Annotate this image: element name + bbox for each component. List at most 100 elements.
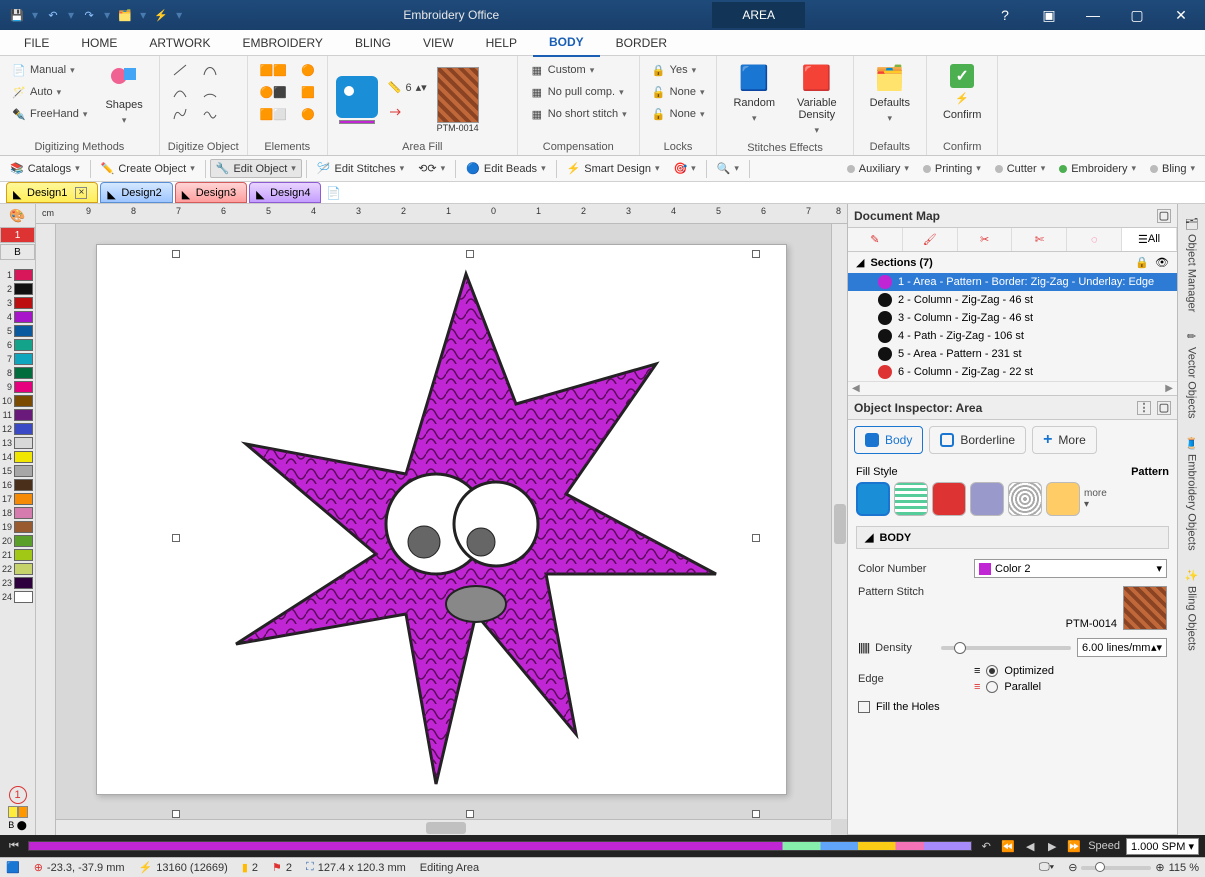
color-swatch-14[interactable]: 14 <box>0 450 35 464</box>
color-swatch-18[interactable]: 18 <box>0 506 35 520</box>
freehand-button[interactable]: ✒️FreeHand <box>8 104 91 124</box>
vector-objects-tab[interactable]: ✏ Vector Objects <box>1183 322 1200 427</box>
timeline-skip-fwd-icon[interactable]: ⏩ <box>1066 838 1082 854</box>
minimize-icon[interactable]: — <box>1073 1 1113 29</box>
tab-help[interactable]: HELP <box>470 30 533 56</box>
shape-tool[interactable] <box>168 104 192 124</box>
fillstyle-3[interactable] <box>932 482 966 516</box>
defaults-button[interactable]: 🗂️Defaults <box>862 60 918 128</box>
dm-tab-brush[interactable]: 🖌 <box>903 228 958 251</box>
tab-file[interactable]: FILE <box>8 30 65 56</box>
auto-button[interactable]: 🪄Auto <box>8 82 91 102</box>
tab-home[interactable]: HOME <box>65 30 133 56</box>
section-item-3[interactable]: 3 - Column - Zig-Zag - 46 st <box>848 309 1177 327</box>
zoom-slider[interactable] <box>1081 866 1151 870</box>
pull-comp[interactable]: ▦No pull comp. <box>526 82 631 102</box>
density-field[interactable]: 📏 6 ▴▾ <box>384 78 431 98</box>
spinner-icon[interactable]: ▴▾ <box>1151 641 1162 654</box>
design-tab-2[interactable]: ◣Design2 <box>100 182 172 203</box>
palette-icon[interactable]: 🎨 <box>7 206 27 226</box>
fillstyle-5[interactable] <box>1008 482 1042 516</box>
shapes-button[interactable]: Shapes <box>97 60 150 130</box>
timeline-rewind-icon[interactable]: ↶ <box>978 838 994 854</box>
timeline-skip-back-icon[interactable]: ⏪ <box>1000 838 1016 854</box>
maximize-icon[interactable]: ▢ <box>1117 1 1157 29</box>
color-swatch-3[interactable]: 3 <box>0 296 35 310</box>
edit-beads-button[interactable]: 🔵 Edit Beads <box>460 159 551 178</box>
create-object-button[interactable]: ✏️ Create Object <box>95 159 201 178</box>
lock-yes[interactable]: 🔒Yes <box>648 60 709 80</box>
tab-embroidery[interactable]: EMBROIDERY <box>226 30 338 56</box>
play-start-icon[interactable]: ⏮ <box>6 838 22 854</box>
more-fillstyles[interactable]: more▾ <box>1084 488 1107 510</box>
color-swatch-1[interactable]: 1 <box>0 268 35 282</box>
dm-tab-all[interactable]: ☰ All <box>1122 228 1177 251</box>
tab-border[interactable]: BORDER <box>600 30 683 56</box>
resize-handle[interactable] <box>466 250 474 258</box>
menu-icon[interactable]: ⋮ <box>1137 401 1151 415</box>
timeline-play-icon[interactable]: ▶ <box>1044 838 1060 854</box>
lock-icon[interactable]: 🔒 <box>1135 256 1149 269</box>
thread-1-indicator[interactable]: 1 <box>9 786 27 804</box>
color-swatch-16[interactable]: 16 <box>0 478 35 492</box>
close-icon[interactable]: ✕ <box>1161 1 1201 29</box>
color-swatch-24[interactable]: 24 <box>0 590 35 604</box>
elem-3[interactable]: 🟧⬜ <box>256 104 291 124</box>
lock-none1[interactable]: 🔓None <box>648 82 709 102</box>
color-swatch-23[interactable]: 23 <box>0 576 35 590</box>
scroll-thumb[interactable] <box>834 504 846 544</box>
density-slider[interactable] <box>941 646 1071 650</box>
smart-design-button[interactable]: ⚡ Smart Design <box>561 159 666 178</box>
inspector-tab-more[interactable]: +More <box>1032 426 1097 454</box>
color-swatch-21[interactable]: 21 <box>0 548 35 562</box>
fillholes-checkbox[interactable] <box>858 701 870 713</box>
prev-next[interactable]: ⟲⟳ <box>412 159 451 178</box>
resize-handle[interactable] <box>172 250 180 258</box>
zoom-in-icon[interactable]: ⊕ <box>1155 861 1164 874</box>
pin-icon[interactable]: ▢ <box>1157 401 1171 415</box>
dm-tab-scissors[interactable]: ✂ <box>958 228 1013 251</box>
section-item-4[interactable]: 4 - Path - Zig-Zag - 106 st <box>848 327 1177 345</box>
curve-tool[interactable] <box>168 82 192 102</box>
dm-tab-cut[interactable]: ✄ <box>1012 228 1067 251</box>
elem-6[interactable]: 🟠 <box>297 104 319 124</box>
section-item-1[interactable]: 1 - Area - Pattern - Border: Zig-Zag - U… <box>848 273 1177 291</box>
tool-icon[interactable]: 🗂️ <box>114 4 136 26</box>
close-icon[interactable]: × <box>75 187 87 199</box>
random-button[interactable]: 🟦Random <box>725 60 783 128</box>
color-swatch-6[interactable]: 6 <box>0 338 35 352</box>
slider-knob[interactable] <box>954 642 966 654</box>
help-icon[interactable]: ? <box>985 1 1025 29</box>
custom-comp[interactable]: ▦Custom <box>526 60 631 80</box>
section-item-5[interactable]: 5 - Area - Pattern - 231 st <box>848 345 1177 363</box>
timeline-track[interactable] <box>28 841 972 851</box>
edge-parallel-radio[interactable] <box>986 681 998 693</box>
target-button[interactable]: 🎯 <box>667 159 701 178</box>
visible-icon[interactable]: 👁 <box>1155 256 1169 269</box>
resize-handle[interactable] <box>172 810 180 818</box>
resize-handle[interactable] <box>752 534 760 542</box>
color-swatch-11[interactable]: 11 <box>0 408 35 422</box>
color-swatch-17[interactable]: 17 <box>0 492 35 506</box>
tab-body[interactable]: BODY <box>533 29 600 57</box>
bling-objects-tab[interactable]: ✨ Bling Objects <box>1183 561 1200 659</box>
inspector-tab-body[interactable]: Body <box>854 426 923 454</box>
scrollbar-vertical[interactable] <box>831 224 847 819</box>
zoom-out-icon[interactable]: ⊖ <box>1068 861 1077 874</box>
swatch-a[interactable] <box>8 806 18 818</box>
color-swatch-10[interactable]: 10 <box>0 394 35 408</box>
auxiliary-toggle[interactable]: Auxiliary <box>841 160 915 178</box>
shortstitch-comp[interactable]: ▦No short stitch <box>526 104 631 124</box>
sections-header[interactable]: ◢ Sections (7) 🔒 👁 <box>848 252 1177 273</box>
fill-preview-icon[interactable] <box>336 76 378 118</box>
dm-tab-pen[interactable]: ✎ <box>848 228 903 251</box>
cutter-toggle[interactable]: Cutter <box>989 160 1052 178</box>
color-swatch-12[interactable]: 12 <box>0 422 35 436</box>
direction-button[interactable] <box>384 102 431 122</box>
slider-knob[interactable] <box>1095 862 1105 872</box>
edit-stitches-button[interactable]: 🪡 Edit Stitches <box>311 159 410 178</box>
undo-icon[interactable]: ↶ <box>42 4 64 26</box>
color-swatch-20[interactable]: 20 <box>0 534 35 548</box>
object-manager-tab[interactable]: 🗂 Object Manager <box>1183 208 1200 320</box>
tab-bling[interactable]: BLING <box>339 30 407 56</box>
